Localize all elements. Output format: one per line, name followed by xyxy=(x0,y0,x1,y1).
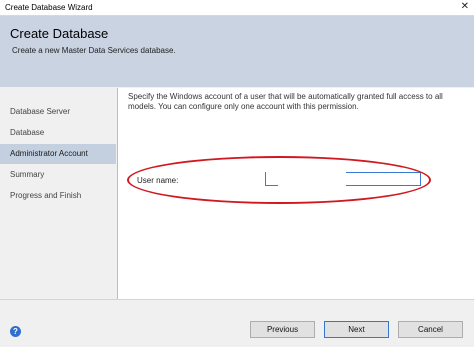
wizard-steps-sidebar: Database Server Database Administrator A… xyxy=(0,88,118,299)
instructions-text: Specify the Windows account of a user th… xyxy=(128,92,443,111)
sidebar-item-summary[interactable]: Summary xyxy=(0,165,116,185)
next-button[interactable]: Next xyxy=(324,321,389,338)
user-name-row: User name: xyxy=(128,170,444,190)
user-name-input[interactable] xyxy=(265,172,421,186)
sidebar-item-administrator-account[interactable]: Administrator Account xyxy=(0,144,116,164)
title-bar: Create Database Wizard ✕ xyxy=(0,0,474,16)
input-border-gap xyxy=(278,184,346,186)
sidebar-item-database-server[interactable]: Database Server xyxy=(0,102,116,122)
wizard-header: Create Database Create a new Master Data… xyxy=(0,16,474,87)
help-icon[interactable]: ? xyxy=(10,326,21,337)
cancel-button[interactable]: Cancel xyxy=(398,321,463,338)
wizard-footer: ? Previous Next Cancel xyxy=(0,300,474,347)
previous-button[interactable]: Previous xyxy=(250,321,315,338)
page-title: Create Database xyxy=(10,26,109,41)
user-name-label: User name: xyxy=(137,176,179,185)
window-title: Create Database Wizard xyxy=(5,3,93,12)
browse-field-box[interactable] xyxy=(346,172,421,186)
sidebar-item-database[interactable]: Database xyxy=(0,123,116,143)
close-icon[interactable]: ✕ xyxy=(461,1,469,12)
sidebar-item-progress-and-finish[interactable]: Progress and Finish xyxy=(0,186,116,206)
wizard-content: Specify the Windows account of a user th… xyxy=(118,88,474,299)
page-subtitle: Create a new Master Data Services databa… xyxy=(12,46,176,55)
